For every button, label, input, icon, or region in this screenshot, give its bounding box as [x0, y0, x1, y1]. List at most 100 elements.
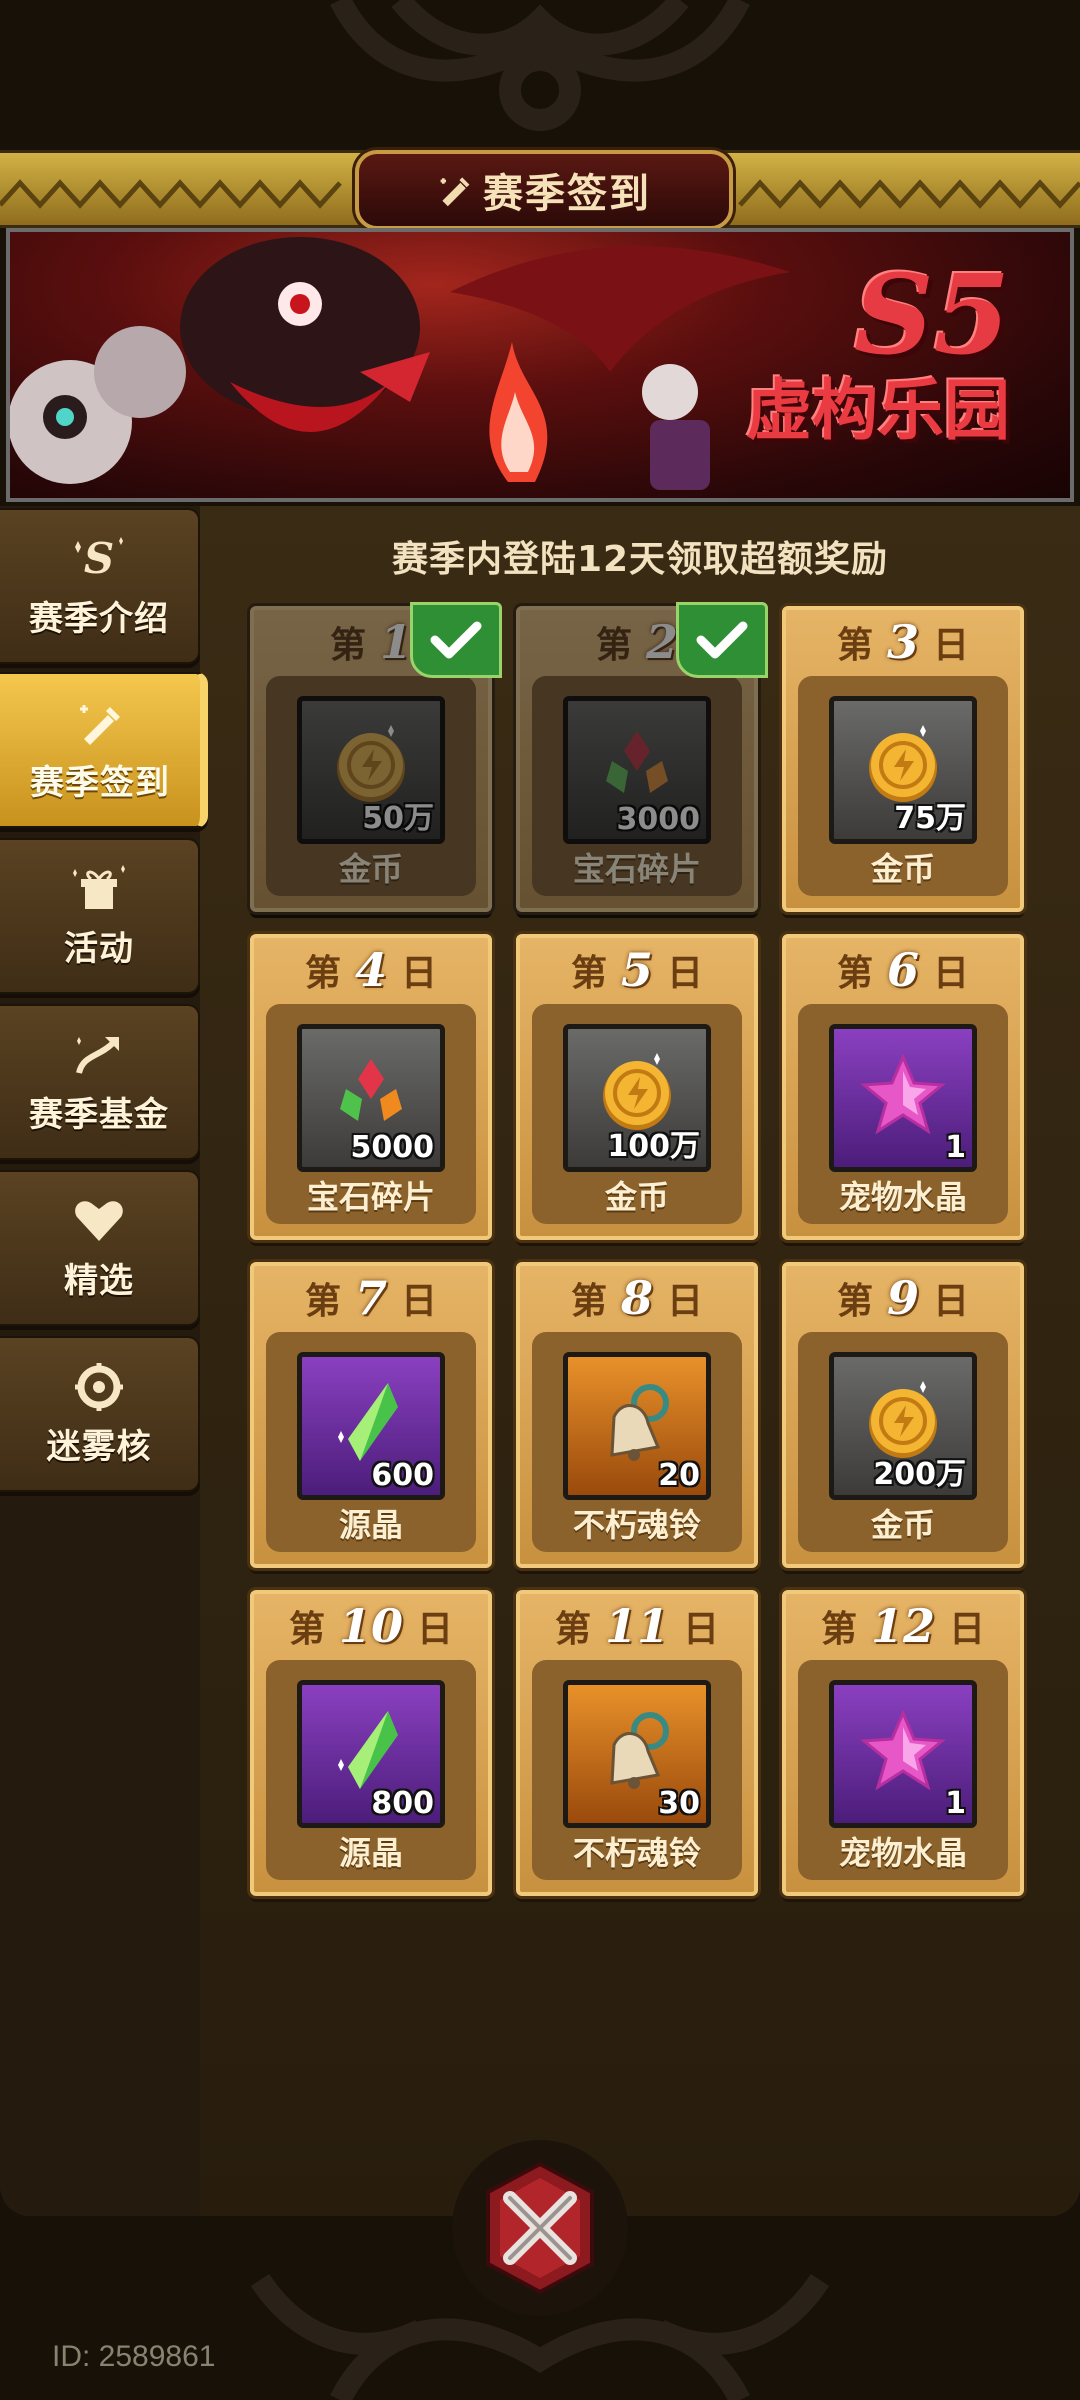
reward-card-day-3[interactable]: 第 3 日 75万 金币	[782, 606, 1024, 912]
day-suffix: 日	[667, 1281, 704, 1322]
day-suffix: 日	[933, 953, 970, 994]
item-frame: 200万	[829, 1352, 977, 1500]
reward-card-day-10[interactable]: 第 10 日 800 源晶	[250, 1590, 492, 1896]
day-header: 第 10 日	[254, 1594, 488, 1658]
reward-card-day-12[interactable]: 第 12 日 1 宠物水晶	[782, 1590, 1024, 1896]
day-header: 第 11 日	[520, 1594, 754, 1658]
reward-slot: 1 宠物水晶	[798, 1660, 1008, 1880]
sidebar-item-label: 迷雾核	[46, 1426, 152, 1467]
item-name: 宠物水晶	[838, 1834, 967, 1872]
sidebar-item-activity[interactable]: 活动	[0, 838, 200, 994]
reward-slot: 800 源晶	[266, 1660, 476, 1880]
gift-box-icon	[73, 864, 125, 909]
heart-icon	[75, 1200, 123, 1241]
day-prefix: 第	[570, 1281, 607, 1322]
reward-grid: 第 1 50万 金币第 2 3000 宝石碎片第 3 日 75万 金币第 4 日 5000 宝石碎片第 5 日 1…	[250, 602, 1026, 1900]
claimed-check-badge	[676, 602, 768, 678]
item-frame: 1	[829, 1680, 977, 1828]
day-header: 第9日	[786, 1266, 1020, 1330]
checkin-subtitle: 赛季内登陆12天领取超额奖励	[391, 539, 889, 580]
sidebar-item-label: 赛季基金	[29, 1094, 169, 1135]
reward-card-day-4[interactable]: 第 4 日 5000 宝石碎片	[250, 934, 492, 1240]
day-header: 第3日	[786, 610, 1020, 674]
close-icon	[486, 2161, 594, 2295]
item-frame: 30	[563, 1680, 711, 1828]
day-number: 7	[354, 1271, 387, 1325]
day-number: 2	[646, 615, 679, 669]
day-prefix: 第	[595, 625, 632, 666]
reward-slot: 3000 宝石碎片	[532, 676, 742, 896]
reward-card-day-11[interactable]: 第 11 日 30 不朽魂铃	[516, 1590, 758, 1896]
day-prefix: 第	[304, 1281, 341, 1322]
item-quantity: 50万	[362, 801, 434, 836]
item-name: 不朽魂铃	[572, 1834, 701, 1872]
reward-card-day-7[interactable]: 第 7 日 600 源晶	[250, 1262, 492, 1568]
item-quantity: 200万	[873, 1457, 966, 1492]
day-suffix: 日	[933, 625, 970, 666]
item-quantity: 100万	[607, 1129, 700, 1164]
item-quantity: 3000	[616, 802, 701, 837]
reward-slot: 75万金币	[798, 676, 1008, 896]
reward-card-day-6[interactable]: 第 6 日 1 宠物水晶	[782, 934, 1024, 1240]
item-frame: 600	[297, 1352, 445, 1500]
item-frame: 1	[829, 1024, 977, 1172]
day-suffix: 日	[933, 1281, 970, 1322]
day-number: 5	[620, 943, 653, 997]
item-name: 宝石碎片	[306, 1178, 435, 1216]
fund-arrow-icon	[76, 1036, 119, 1074]
player-id: ID: 2589861	[52, 2340, 216, 2373]
day-number: 3	[886, 615, 919, 669]
item-frame: 75万	[829, 696, 977, 844]
day-prefix: 第	[304, 953, 341, 994]
close-button[interactable]	[452, 2140, 628, 2316]
item-frame: 20	[563, 1352, 711, 1500]
reward-card-day-5[interactable]: 第 5 日 100万 金币	[516, 934, 758, 1240]
day-header: 第5日	[520, 938, 754, 1002]
item-quantity: 30	[658, 1786, 700, 1821]
item-name: 宝石碎片	[572, 850, 701, 888]
checkmark-icon	[430, 621, 482, 659]
day-number: 12	[870, 1599, 935, 1653]
day-number: 8	[620, 1271, 653, 1325]
sidebar-item-featured[interactable]: 精选	[0, 1170, 200, 1326]
item-quantity: 75万	[894, 801, 966, 836]
item-name: 金币	[338, 850, 403, 888]
day-header: 第6日	[786, 938, 1020, 1002]
day-prefix: 第	[554, 1609, 591, 1650]
day-prefix: 第	[570, 953, 607, 994]
reward-card-day-9[interactable]: 第 9 日 200万金币	[782, 1262, 1024, 1568]
sidebar-item-fog-core[interactable]: 迷雾核	[0, 1336, 200, 1492]
reward-slot: 50万金币	[266, 676, 476, 896]
page-title: 赛季签到	[483, 171, 651, 217]
day-number: 6	[886, 943, 919, 997]
item-quantity: 600	[371, 1458, 434, 1493]
item-name: 金币	[870, 1506, 935, 1544]
sidebar-item-season-intro[interactable]: S 赛季介绍	[0, 508, 200, 664]
day-header: 第7日	[254, 1266, 488, 1330]
fog-core-icon	[75, 1362, 123, 1411]
item-name: 宠物水晶	[838, 1178, 967, 1216]
season-name: 虚构乐园	[746, 371, 1010, 449]
sidebar-item-label: 精选	[64, 1260, 134, 1301]
reward-slot: 5000 宝石碎片	[266, 1004, 476, 1224]
reward-slot: 30 不朽魂铃	[532, 1660, 742, 1880]
item-frame: 50万	[297, 696, 445, 844]
item-quantity: 800	[371, 1786, 434, 1821]
day-suffix: 日	[401, 953, 438, 994]
reward-slot: 1 宠物水晶	[798, 1004, 1008, 1224]
sidebar-item-label: 赛季签到	[30, 762, 170, 803]
day-header: 第 12 日	[786, 1594, 1020, 1658]
reward-card-day-8[interactable]: 第 8 日 20 不朽魂铃	[516, 1262, 758, 1568]
item-frame: 5000	[297, 1024, 445, 1172]
sidebar-item-season-checkin[interactable]: 赛季签到	[0, 672, 208, 828]
day-suffix: 日	[417, 1609, 454, 1650]
day-number: 9	[886, 1271, 919, 1325]
item-name: 金币	[870, 850, 935, 888]
day-prefix: 第	[836, 953, 873, 994]
season-title: S5 虚构乐园	[746, 260, 1010, 450]
day-prefix: 第	[329, 625, 366, 666]
item-frame: 800	[297, 1680, 445, 1828]
sidebar-item-season-fund[interactable]: 赛季基金	[0, 1004, 200, 1160]
item-name: 不朽魂铃	[572, 1506, 701, 1544]
day-number: 10	[338, 1599, 403, 1653]
